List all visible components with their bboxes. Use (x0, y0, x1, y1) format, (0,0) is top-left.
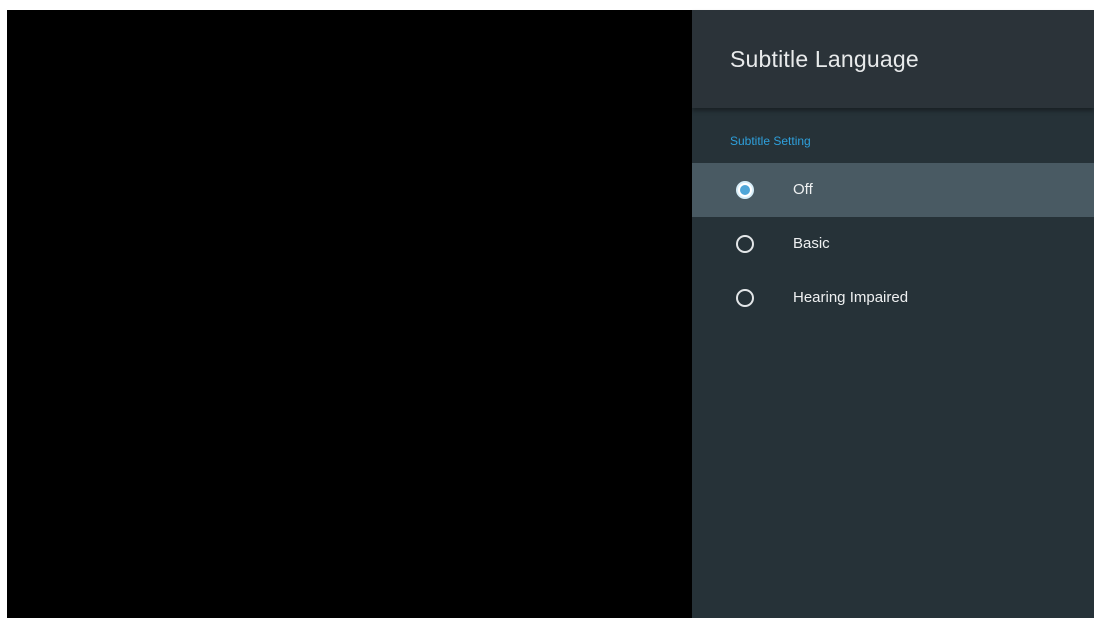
option-basic[interactable]: Basic (692, 217, 1094, 271)
radio-unchecked-icon (736, 289, 754, 307)
section-label-subtitle-setting: Subtitle Setting (730, 134, 811, 148)
video-preview-area (7, 10, 692, 618)
option-label: Basic (793, 235, 830, 252)
tv-screen: Subtitle Language Subtitle Setting Off B… (7, 10, 1094, 618)
radio-unchecked-icon (736, 235, 754, 253)
panel-title: Subtitle Language (730, 46, 919, 72)
radio-checked-icon (736, 181, 754, 199)
option-label: Off (793, 181, 813, 198)
radio-dot (740, 185, 750, 195)
subtitle-language-panel: Subtitle Language Subtitle Setting Off B… (692, 10, 1094, 618)
option-off[interactable]: Off (692, 163, 1094, 217)
option-hearing-impaired[interactable]: Hearing Impaired (692, 271, 1094, 325)
option-label: Hearing Impaired (793, 289, 909, 306)
panel-header: Subtitle Language (692, 10, 1094, 108)
